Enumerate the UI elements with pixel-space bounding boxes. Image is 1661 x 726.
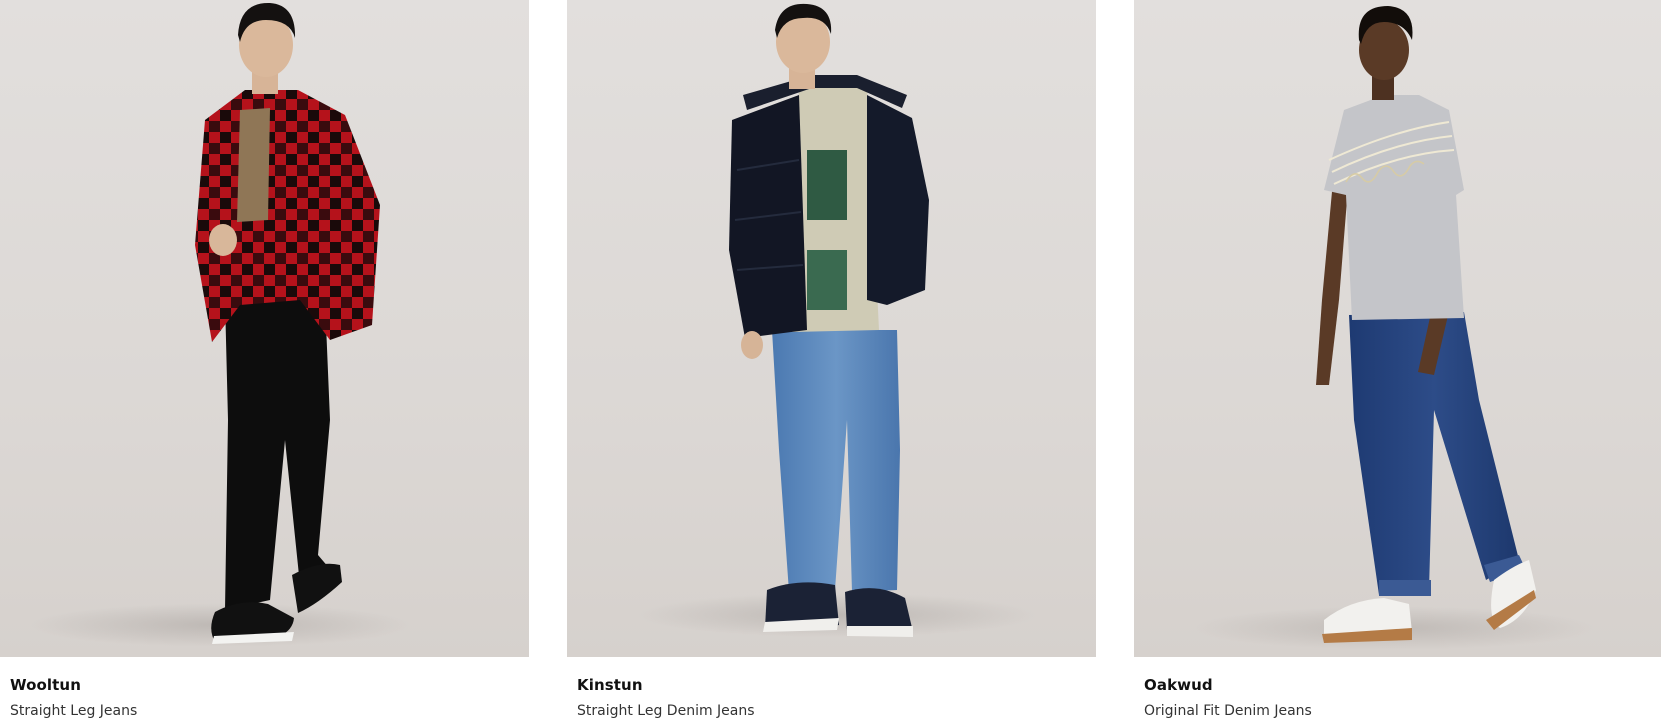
product-description: Straight Leg Jeans bbox=[10, 703, 138, 719]
product-card-oakwud: Oakwud Original Fit Denim Jeans bbox=[1134, 0, 1661, 726]
product-name[interactable]: Oakwud bbox=[1144, 676, 1213, 694]
product-image-kinstun[interactable] bbox=[567, 0, 1096, 657]
product-grid: Wooltun Straight Leg Jeans Kinstun Strai… bbox=[0, 0, 1661, 726]
product-card-kinstun: Kinstun Straight Leg Denim Jeans bbox=[567, 0, 1096, 726]
product-description: Original Fit Denim Jeans bbox=[1144, 703, 1312, 719]
product-description: Straight Leg Denim Jeans bbox=[577, 703, 755, 719]
product-name[interactable]: Kinstun bbox=[577, 676, 643, 694]
product-name[interactable]: Wooltun bbox=[10, 676, 81, 694]
product-image-oakwud[interactable] bbox=[1134, 0, 1661, 657]
product-image-wooltun[interactable] bbox=[0, 0, 529, 657]
product-card-wooltun: Wooltun Straight Leg Jeans bbox=[0, 0, 529, 726]
